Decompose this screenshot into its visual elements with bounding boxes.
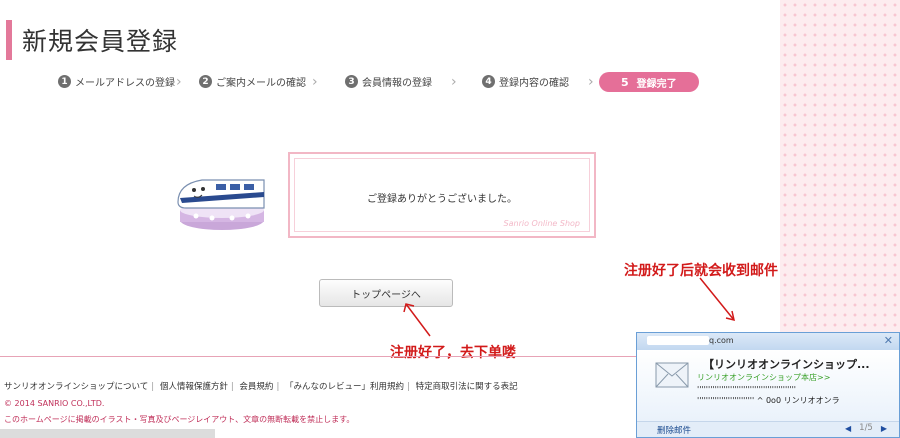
envelope-icon	[655, 362, 689, 388]
mail-notification-popup[interactable]: q.com ✕ 【リンリオオンラインショップ... リンリオオンラインショップ本…	[636, 332, 900, 438]
preview-line: '''''''''''''''''''''''''' ^ 0o0 リンリオオンラ	[697, 396, 840, 405]
step-number: 4	[482, 75, 495, 88]
annotation-arrow-icon	[403, 303, 431, 337]
registration-complete-notice: ご登録ありがとうございました。 Sanrio Online Shop	[288, 152, 596, 238]
popup-pager: ◀ 1/5 ▶	[845, 423, 887, 433]
footer-link-terms[interactable]: 会員規約	[239, 382, 273, 392]
mail-subject: 【リンリオオンラインショップ...	[703, 358, 870, 371]
chevron-right-icon: ›	[588, 74, 594, 90]
footer-link-about[interactable]: サンリオオンラインショップについて	[4, 382, 148, 392]
footer-links: サンリオオンラインショップについて | 個人情報保護方針 | 会員規約 | 「みんなの…	[4, 382, 518, 392]
step-5-current: 5 登録完了	[599, 72, 699, 92]
popup-footer: 删除邮件 ◀ 1/5 ▶	[637, 421, 899, 437]
preview-line: ''''''''''''''''''''''''''''''''''''''''…	[697, 385, 796, 394]
chevron-right-icon: ›	[312, 74, 318, 90]
step-label: メールアドレスの登録	[75, 78, 175, 89]
order-annotation: 注册好了，去下单喽	[390, 345, 516, 361]
email-domain: q.com	[709, 336, 734, 345]
step-1: 1 メールアドレスの登録	[58, 74, 175, 89]
horizontal-scrollbar[interactable]	[0, 429, 215, 438]
account-email: q.com	[647, 336, 734, 345]
mail-sender: リンリオオンラインショップ本店>>	[697, 373, 831, 382]
page-title: 新規会員登録	[22, 27, 179, 56]
train-mascot-icon	[177, 179, 265, 230]
popup-body[interactable]: 【リンリオオンラインショップ... リンリオオンラインショップ本店>> ''''…	[637, 350, 899, 421]
annotation-arrow-icon	[699, 277, 735, 322]
chevron-right-icon: ›	[176, 74, 182, 90]
footer-link-commerce-law[interactable]: 特定商取引法に関する表記	[416, 382, 518, 392]
thank-you-message: ご登録ありがとうございました。	[367, 194, 517, 205]
step-3: 3 会員情報の登録	[345, 74, 432, 89]
step-label: ご案内メールの確認	[216, 78, 306, 89]
next-arrow-icon[interactable]: ▶	[881, 424, 887, 433]
step-number: 3	[345, 75, 358, 88]
footer-link-review-terms[interactable]: 「みんなのレビュー」利用規約	[285, 382, 404, 392]
mail-preview: ''''''''''''''''''''''''''''''''''''''''…	[697, 384, 897, 406]
chevron-right-icon: ›	[451, 74, 457, 90]
step-label: 会員情報の登録	[362, 78, 432, 89]
step-number: 1	[58, 75, 71, 88]
step-number: 2	[199, 75, 212, 88]
step-label: 登録内容の確認	[499, 78, 569, 89]
footer-link-privacy[interactable]: 個人情報保護方針	[160, 382, 228, 392]
popup-header: q.com ✕	[637, 333, 899, 350]
step-4: 4 登録内容の確認	[482, 74, 569, 89]
page-indicator: 1/5	[859, 423, 873, 433]
step-2: 2 ご案内メールの確認	[199, 74, 306, 89]
delete-mail-link[interactable]: 删除邮件	[657, 424, 691, 436]
shop-watermark: Sanrio Online Shop	[503, 219, 580, 228]
copyright: © 2014 SANRIO CO.,LTD.	[4, 399, 105, 408]
step-label: 登録完了	[636, 78, 677, 90]
title-accent-bar	[6, 20, 12, 60]
step-number: 5	[621, 75, 629, 89]
registration-steps: 1 メールアドレスの登録 › 2 ご案内メールの確認 › 3 会員情報の登録 ›…	[58, 72, 738, 94]
footer-notice: このホームページに掲載のイラスト・写真及びページレイアウト、文章の無断転載を禁止…	[4, 415, 355, 424]
prev-arrow-icon[interactable]: ◀	[845, 424, 851, 433]
redacted-email	[647, 336, 709, 345]
close-icon[interactable]: ✕	[884, 334, 893, 347]
